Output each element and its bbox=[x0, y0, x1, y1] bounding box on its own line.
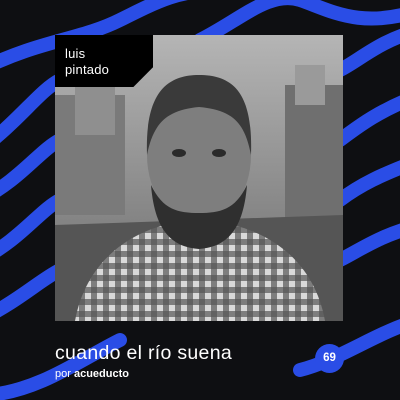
byline: por acueducto bbox=[55, 368, 129, 380]
byline-prefix: por bbox=[55, 368, 71, 380]
episode-number-badge: 69 bbox=[315, 344, 344, 373]
podcast-title: cuando el río suena bbox=[55, 342, 232, 364]
host-first-name: luis bbox=[65, 46, 86, 61]
brand-name: acueducto bbox=[73, 368, 129, 380]
host-name-tag: luis pintado bbox=[55, 35, 153, 87]
host-last-name: pintado bbox=[65, 62, 110, 77]
